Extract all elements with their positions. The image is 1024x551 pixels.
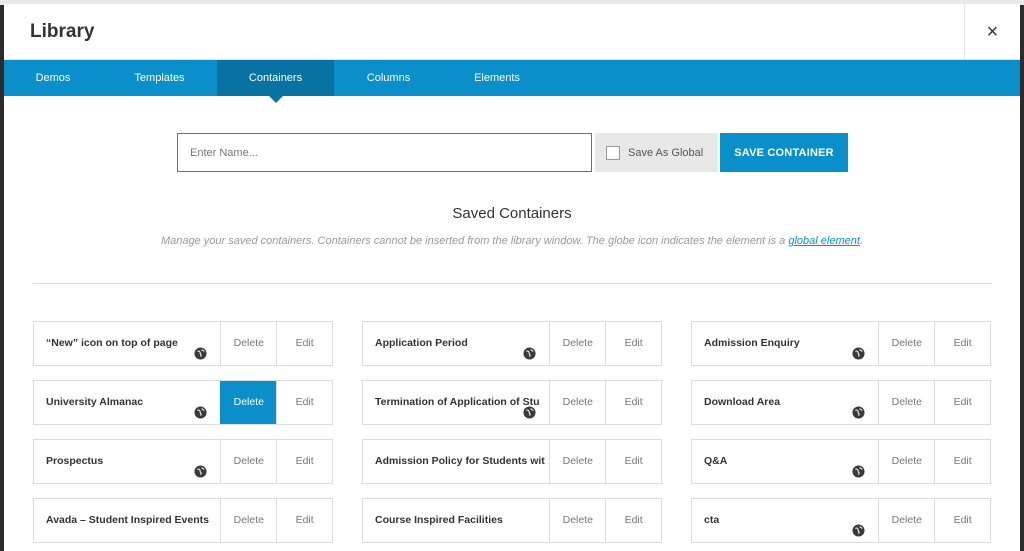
save-as-global-checkbox[interactable] (606, 145, 620, 160)
container-card: Termination of Application of Stu Delete E… (362, 380, 662, 425)
container-card: Avada – Student Inspired Events Delete Edi… (33, 498, 333, 543)
container-name-label: Prospectus (46, 455, 104, 467)
container-name-label: cta (704, 514, 720, 526)
edit-button[interactable]: Edit (605, 322, 661, 365)
delete-button[interactable]: Delete (549, 381, 605, 424)
saved-containers-heading: Saved Containers (452, 205, 572, 222)
container-name-label: Application Period (375, 337, 468, 349)
delete-button[interactable]: Delete (220, 440, 276, 483)
tab-demos[interactable]: Demos (4, 60, 102, 96)
edit-button[interactable]: Edit (934, 499, 990, 542)
save-as-global-label: Save As Global (628, 146, 704, 159)
globe-icon (523, 395, 536, 419)
container-card: cta Delete Edit (691, 498, 991, 543)
edit-button[interactable]: Edit (934, 322, 990, 365)
container-card: Application Period Delete Edit (362, 321, 662, 366)
description-end: . (859, 235, 863, 247)
tab-containers[interactable]: Containers (217, 60, 334, 103)
container-card: Prospectus Delete Edit (33, 439, 333, 484)
edit-button[interactable]: Edit (276, 381, 332, 424)
tab-elements[interactable]: Elements (443, 60, 551, 96)
tab-templates[interactable]: Templates (102, 60, 217, 96)
container-card: Download Area Delete Edit (691, 380, 991, 425)
container-card: Q&A Delete Edit (691, 439, 991, 484)
container-name: Admission Policy for Students wit (363, 440, 549, 483)
container-name-label: Termination of Application of Stu (375, 396, 540, 408)
modal-title: Library (30, 21, 95, 42)
globe-icon (852, 336, 865, 360)
globe-icon (523, 336, 536, 360)
globe-icon (852, 454, 865, 478)
container-name: Avada – Student Inspired Events (34, 499, 220, 542)
save-container-button[interactable]: SAVE CONTAINER (720, 133, 848, 172)
globe-icon (194, 336, 207, 360)
delete-button[interactable]: Delete (878, 322, 934, 365)
save-as-global-toggle[interactable]: Save As Global (595, 133, 718, 172)
delete-button[interactable]: Delete (878, 381, 934, 424)
delete-button[interactable]: Delete (878, 499, 934, 542)
description-text: Manage your saved containers. Containers… (161, 235, 789, 247)
modal-header: Library × (4, 4, 1020, 60)
global-element-link[interactable]: global element (788, 235, 860, 247)
container-name-label: Download Area (704, 396, 781, 408)
delete-button[interactable]: Delete (549, 440, 605, 483)
delete-button[interactable]: Delete (549, 322, 605, 365)
edit-button[interactable]: Edit (276, 322, 332, 365)
container-name-label: Admission Policy for Students wit (375, 455, 545, 467)
container-name-label: “New” icon on top of page (46, 337, 178, 349)
edit-button[interactable]: Edit (276, 499, 332, 542)
edit-button[interactable]: Edit (276, 440, 332, 483)
container-card: Course Inspired Facilities Delete Edit (362, 498, 662, 543)
container-name-label: Q&A (704, 455, 728, 467)
container-name-label: Course Inspired Facilities (375, 514, 503, 526)
container-name: Q&A (692, 440, 878, 483)
delete-button[interactable]: Delete (220, 381, 277, 424)
container-name: Application Period (363, 322, 549, 365)
saved-containers-description: Manage your saved containers. Containers… (4, 235, 1020, 247)
edit-button[interactable]: Edit (934, 381, 990, 424)
edit-button[interactable]: Edit (605, 440, 661, 483)
tab-columns[interactable]: Columns (334, 60, 443, 96)
delete-button[interactable]: Delete (220, 499, 276, 542)
container-name-label: University Almanac (46, 396, 144, 408)
save-container-form: Save As Global SAVE CONTAINER (177, 133, 848, 172)
container-name: Termination of Application of Stu (363, 381, 549, 424)
edit-button[interactable]: Edit (605, 381, 661, 424)
container-name-label: Admission Enquiry (704, 337, 800, 349)
globe-icon (194, 395, 207, 419)
globe-icon (852, 395, 865, 419)
library-tabs: Demos Templates Containers Columns Eleme… (4, 60, 1020, 103)
delete-button[interactable]: Delete (878, 440, 934, 483)
container-name: Admission Enquiry (692, 322, 878, 365)
container-name: “New” icon on top of page (34, 322, 220, 365)
edit-button[interactable]: Edit (934, 440, 990, 483)
container-card: Admission Policy for Students wit Delete E… (362, 439, 662, 484)
section-divider (33, 283, 992, 284)
container-name: Prospectus (34, 440, 220, 483)
container-name: Download Area (692, 381, 878, 424)
delete-button[interactable]: Delete (220, 322, 276, 365)
globe-icon (194, 454, 207, 478)
close-button[interactable]: × (964, 4, 1020, 60)
container-name-label: Avada – Student Inspired Events (46, 514, 209, 526)
container-name: Course Inspired Facilities (363, 499, 549, 542)
container-name: University Almanac (34, 381, 220, 424)
container-name: cta (692, 499, 878, 542)
library-modal: Library × Demos Templates Containers Col… (4, 4, 1020, 551)
edit-button[interactable]: Edit (605, 499, 661, 542)
delete-button[interactable]: Delete (549, 499, 605, 542)
container-card: University Almanac Delete Edit (33, 380, 333, 425)
container-card: Admission Enquiry Delete Edit (691, 321, 991, 366)
globe-icon (852, 513, 865, 537)
container-card: “New” icon on top of page Delete Edit (33, 321, 333, 366)
container-name-input[interactable] (177, 133, 592, 172)
close-icon: × (986, 20, 999, 43)
